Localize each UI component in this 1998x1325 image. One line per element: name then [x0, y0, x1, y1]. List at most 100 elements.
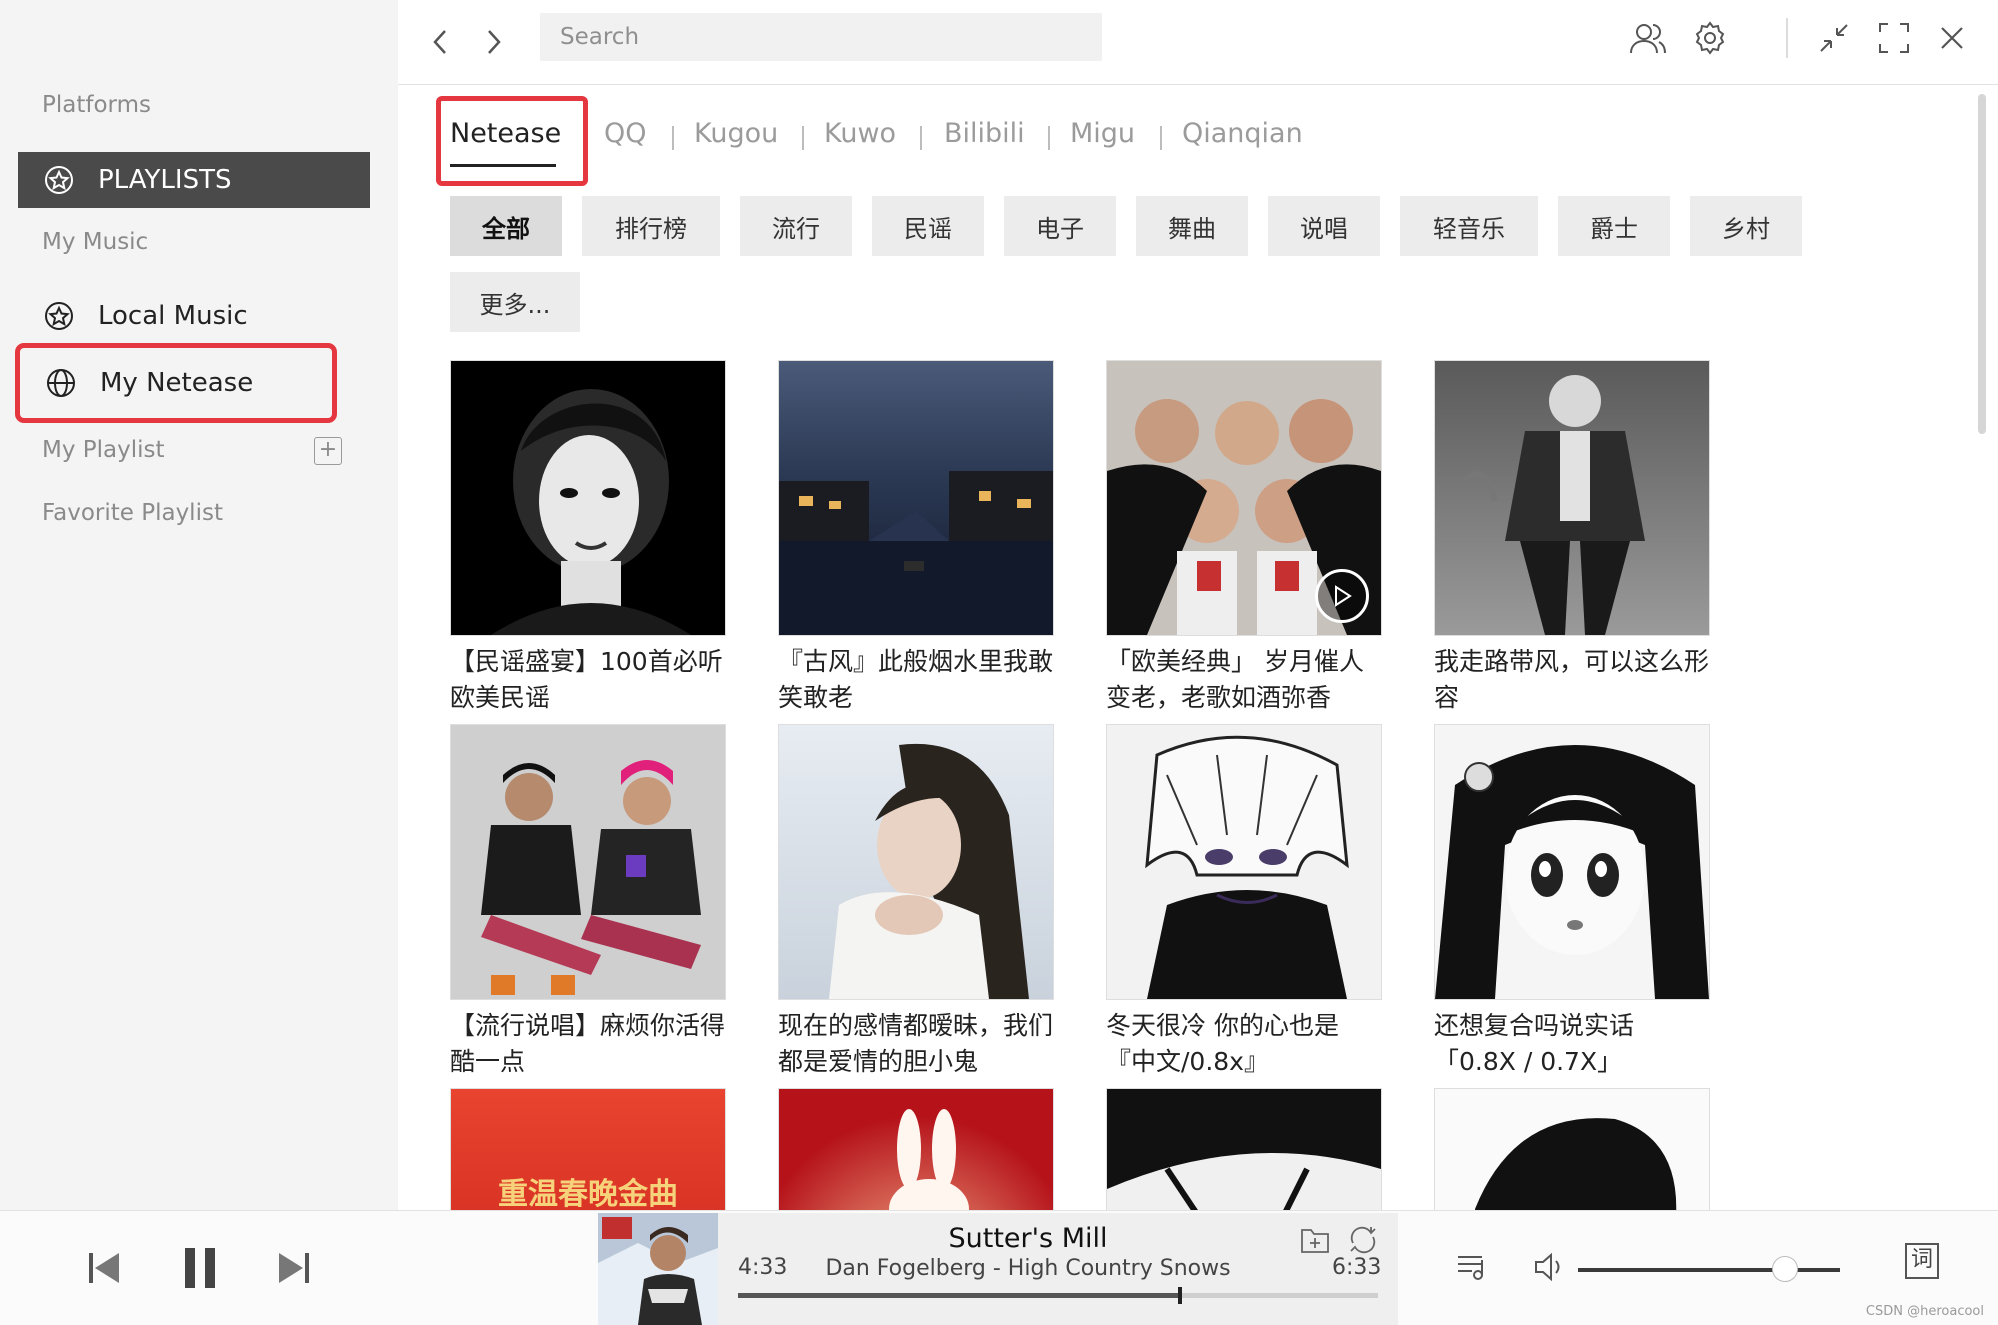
pause-icon[interactable] [178, 1241, 222, 1295]
progress-handle[interactable] [1177, 1287, 1182, 1304]
star-icon [42, 299, 76, 333]
playlist-cover[interactable] [1434, 360, 1710, 636]
playlist-card[interactable]: 现在的感情都暧昧，我们都是爱情的胆小鬼 [778, 724, 1054, 1080]
close-icon[interactable] [1930, 16, 1974, 60]
sidebar-item-local-music[interactable]: Local Music [18, 288, 370, 344]
category-folk[interactable]: 民谣 [872, 196, 984, 256]
playlist-card[interactable] [1106, 1088, 1382, 1210]
tab-qq[interactable]: QQ [604, 118, 647, 149]
playlist-card[interactable]: 『古风』此般烟水里我敢笑敢老 [778, 360, 1054, 716]
playlist-title[interactable]: 【民谣盛宴】100首必听欧美民谣 [450, 644, 726, 716]
volume-handle[interactable] [1771, 1256, 1798, 1282]
playlist-card[interactable]: 冬天很冷 你的心也是『中文/0.8x』 [1106, 724, 1382, 1080]
add-to-folder-icon[interactable] [1298, 1223, 1332, 1257]
total-time: 6:33 [1332, 1255, 1382, 1280]
tab-kuwo[interactable]: Kuwo [824, 118, 896, 149]
playlist-cover[interactable] [1434, 724, 1710, 1000]
globe-icon [44, 366, 78, 400]
lyrics-button[interactable]: 词 [1904, 1241, 1940, 1281]
cover-text: 重温春晚金曲 [498, 1177, 678, 1210]
now-playing: Sutter's Mill Dan Fogelberg - High Count… [598, 1213, 1398, 1325]
playlist-cover[interactable] [778, 724, 1054, 1000]
playlist-cover[interactable] [450, 360, 726, 636]
playlist-queue-icon[interactable] [1454, 1247, 1490, 1287]
playlist-cover[interactable] [1106, 360, 1382, 636]
tab-active-underline [450, 164, 556, 167]
volume-icon[interactable] [1530, 1247, 1570, 1287]
category-chart[interactable]: 排行榜 [582, 196, 720, 256]
now-playing-artist: Dan Fogelberg - High Country Snows [825, 1256, 1231, 1281]
sidebar-item-playlists[interactable]: PLAYLISTS [18, 152, 370, 208]
volume-slider[interactable] [1578, 1256, 1840, 1282]
current-time: 4:33 [738, 1255, 788, 1280]
playlist-cover[interactable]: 重温春晚金曲 [450, 1088, 726, 1210]
playlist-card[interactable]: 重温春晚金曲 [450, 1088, 726, 1210]
playlist-cover[interactable] [450, 724, 726, 1000]
chevron-right-icon[interactable] [474, 22, 514, 62]
toolbar-divider [1786, 18, 1788, 58]
tab-separator [1048, 126, 1050, 150]
playlist-card[interactable]: 还想复合吗说实话「0.8X / 0.7X」 [1434, 724, 1710, 1080]
sidebar-item-label: PLAYLISTS [98, 165, 232, 195]
playlist-cover[interactable] [1106, 724, 1382, 1000]
repeat-icon[interactable] [1346, 1223, 1380, 1257]
minimize-icon[interactable] [1812, 16, 1856, 60]
playlist-cover[interactable] [1434, 1088, 1710, 1210]
now-playing-title: Sutter's Mill [948, 1223, 1108, 1254]
playlist-card[interactable] [1434, 1088, 1710, 1210]
my-playlist-label[interactable]: My Playlist [42, 437, 165, 463]
tab-kugou[interactable]: Kugou [694, 118, 778, 149]
playlist-title[interactable]: 还想复合吗说实话「0.8X / 0.7X」 [1434, 1008, 1710, 1080]
search-input[interactable] [540, 13, 1102, 61]
sidebar-item-label: Local Music [98, 301, 248, 331]
playlist-card[interactable]: 【民谣盛宴】100首必听欧美民谣 [450, 360, 726, 716]
playlist-card[interactable] [778, 1088, 1054, 1210]
progress-bar[interactable] [738, 1287, 1378, 1304]
category-jazz[interactable]: 爵士 [1558, 196, 1670, 256]
users-icon[interactable] [1626, 16, 1670, 60]
gear-icon[interactable] [1688, 16, 1732, 60]
tab-separator [920, 126, 922, 150]
playlist-card[interactable]: 我走路带风，可以这么形容 [1434, 360, 1710, 716]
playlist-title[interactable]: 『古风』此般烟水里我敢笑敢老 [778, 644, 1054, 716]
playlist-title[interactable]: 「欧美经典」 岁月催人变老，老歌如酒弥香 [1106, 644, 1382, 716]
playlist-card[interactable]: 【流行说唱】麻烦你活得酷一点 [450, 724, 726, 1080]
tab-migu[interactable]: Migu [1070, 118, 1135, 149]
next-track-icon[interactable] [274, 1241, 314, 1295]
progress-fill [738, 1293, 1180, 1298]
category-pop[interactable]: 流行 [740, 196, 852, 256]
tab-netease[interactable]: Netease [450, 118, 561, 149]
playlist-title[interactable]: 现在的感情都暧昧，我们都是爱情的胆小鬼 [778, 1008, 1054, 1080]
category-country[interactable]: 乡村 [1690, 196, 1802, 256]
tab-qianqian[interactable]: Qianqian [1182, 118, 1303, 149]
category-more[interactable]: 更多... [450, 272, 580, 332]
sidebar-item-my-netease[interactable]: My Netease [15, 343, 337, 423]
playlist-cover[interactable] [778, 1088, 1054, 1210]
album-art[interactable] [598, 1213, 718, 1325]
category-rap[interactable]: 说唱 [1268, 196, 1380, 256]
category-all[interactable]: 全部 [450, 196, 562, 256]
playlist-title[interactable]: 我走路带风，可以这么形容 [1434, 644, 1710, 716]
chevron-left-icon[interactable] [420, 22, 460, 62]
tab-separator [802, 126, 804, 150]
platforms-label: Platforms [42, 92, 151, 118]
playlist-cover[interactable] [778, 360, 1054, 636]
sidebar-item-favorite-playlist[interactable]: Favorite Playlist [42, 500, 223, 526]
play-icon[interactable] [1315, 569, 1369, 623]
lyrics-icon: 词 [1905, 1243, 1939, 1279]
tab-separator [1160, 126, 1162, 150]
category-electronic[interactable]: 电子 [1004, 196, 1116, 256]
playlist-title[interactable]: 【流行说唱】麻烦你活得酷一点 [450, 1008, 726, 1080]
previous-track-icon[interactable] [84, 1241, 124, 1295]
add-playlist-icon[interactable]: + [314, 437, 342, 465]
fullscreen-icon[interactable] [1872, 16, 1916, 60]
playlist-card[interactable]: 「欧美经典」 岁月催人变老，老歌如酒弥香 [1106, 360, 1382, 716]
playlist-title[interactable]: 冬天很冷 你的心也是『中文/0.8x』 [1106, 1008, 1382, 1080]
playlist-cover[interactable] [1106, 1088, 1382, 1210]
player-bar: Sutter's Mill Dan Fogelberg - High Count… [0, 1210, 1998, 1325]
sidebar-item-label: My Netease [100, 368, 254, 398]
tab-bilibili[interactable]: Bilibili [944, 118, 1025, 149]
scrollbar[interactable] [1978, 94, 1986, 434]
category-dance[interactable]: 舞曲 [1136, 196, 1248, 256]
category-light-music[interactable]: 轻音乐 [1400, 196, 1538, 256]
